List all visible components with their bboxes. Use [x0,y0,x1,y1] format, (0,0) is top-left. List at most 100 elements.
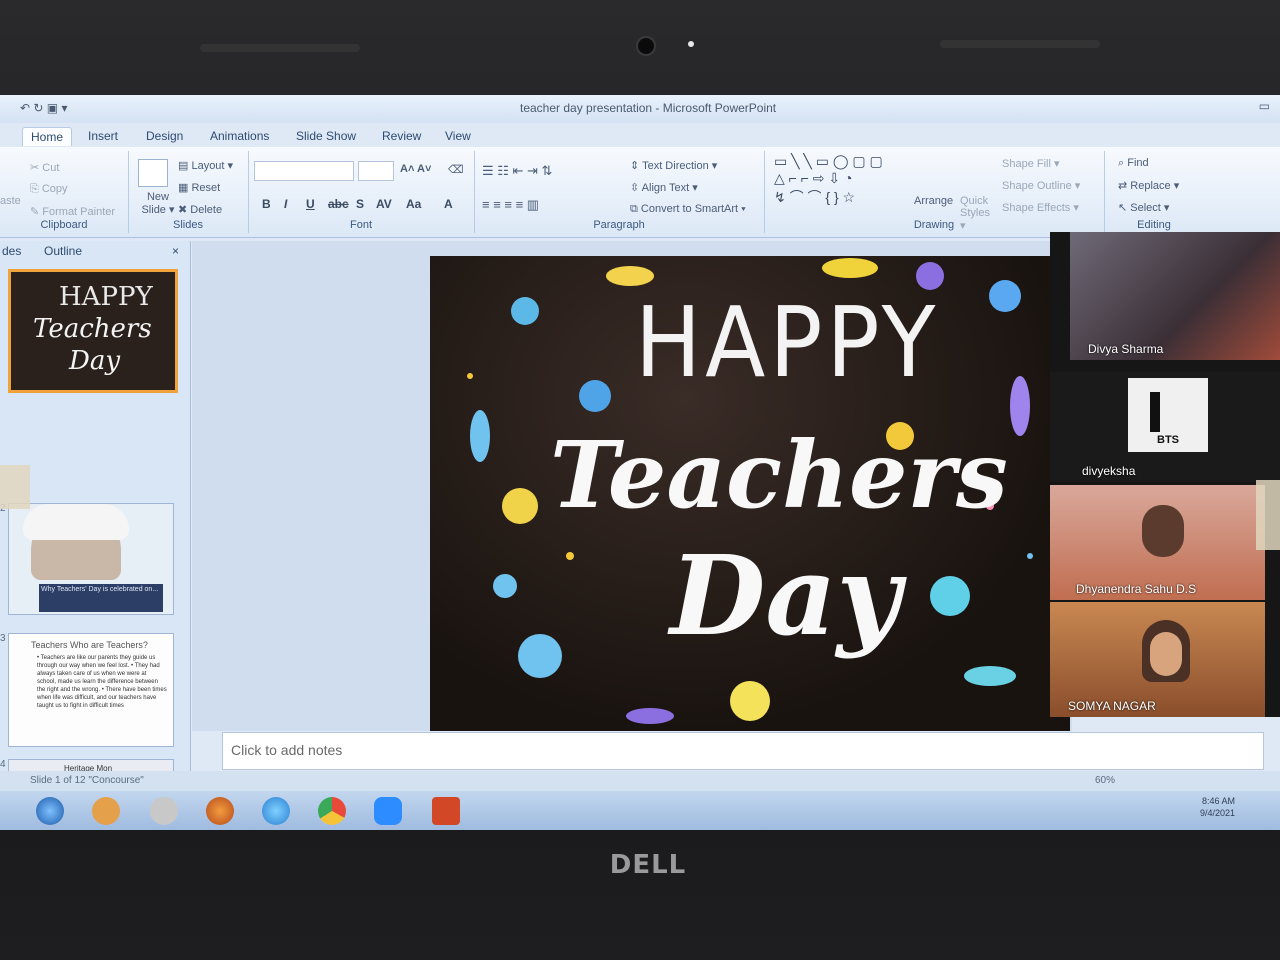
close-pane-icon[interactable]: × [172,244,179,258]
font-group: A˄ A˅ ⌫ B I U abc S AV Aa A Font [248,151,475,233]
participant-name-3: Dhyanendra Sahu D.S [1076,582,1197,596]
tape-strip-left [0,465,30,509]
current-slide[interactable]: HAPPY Teachers Day [430,256,1070,731]
clock-time: 8:46 AM [1202,796,1236,806]
tab-animations[interactable]: Animations [202,127,277,145]
tab-review[interactable]: Review [374,127,429,145]
slide-edit-area: HAPPY Teachers Day [192,241,1072,731]
bullets-button[interactable]: ☰ ☷ ⇤ ⇥ ⇅ [482,163,552,179]
copy-label: Copy [41,183,68,195]
clear-format-icon[interactable]: ⌫ [448,163,464,176]
bold-button[interactable]: B [262,197,271,211]
delete-label: Delete [190,204,223,216]
brand-logo: DELL [609,850,687,880]
paste-button[interactable]: aste [0,195,21,207]
thumb-caption: Why Teachers' Day is celebrated on... [39,584,163,612]
select-button[interactable]: ↖ Select ▾ [1118,201,1169,214]
slide-number-3: 3 [0,633,6,644]
zoom-level[interactable]: 60% [1095,775,1115,786]
tab-outline[interactable]: Outline [44,244,82,258]
replace-label: Replace ▾ [1130,180,1180,192]
cut-button[interactable]: ✂ Cut [30,161,59,174]
find-button[interactable]: ⌕ Find [1118,157,1149,170]
shadow-button[interactable]: S [356,197,364,211]
participant-tile-4[interactable]: SOMYA NAGAR [1050,602,1265,717]
clock-date: 9/4/2021 [1200,808,1236,818]
editing-group: ⌕ Find ⇄ Replace ▾ ↖ Select ▾ Editing [1104,151,1204,233]
layout-label: Layout ▾ [191,160,234,172]
grow-font-button[interactable]: A˄ A˅ [400,163,431,175]
format-painter-button[interactable]: ✎ Format Painter [30,205,115,218]
internet-explorer-icon[interactable] [262,797,290,825]
thumb-teachers-text: Teachers [33,314,152,344]
shape-outline-button[interactable]: Shape Outline ▾ [1002,179,1080,192]
new-slide-icon [138,159,168,187]
webcam [636,36,656,56]
align-buttons[interactable]: ≡ ≡ ≡ ≡ ▥ [482,197,539,213]
tab-home[interactable]: Home [22,127,73,146]
tab-view[interactable]: View [437,127,479,145]
participant-name-4: SOMYA NAGAR [1068,699,1156,713]
copy-button[interactable]: ⎘ Copy [30,183,68,196]
format-painter-label: Format Painter [42,206,116,218]
participant-tile-1[interactable]: Divya Sharma [1070,232,1280,360]
change-case-button[interactable]: Aa [406,197,421,211]
turban-shape [23,504,129,540]
title-bar: ↶ ↻ ▣ ▾ teacher day presentation - Micro… [0,95,1280,123]
font-size-box[interactable] [358,161,394,181]
italic-button[interactable]: I [284,197,287,211]
participant-video-4 [1150,632,1182,676]
explorer-icon[interactable] [150,797,178,825]
participant-tile-3[interactable]: Dhyanendra Sahu D.S [1050,485,1265,600]
shape-fill-button[interactable]: Shape Fill ▾ [1002,157,1060,170]
system-clock[interactable]: 8:46 AM 9/4/2021 [1200,795,1235,819]
bezel-bar-left [200,44,360,52]
thumb-body: • Teachers are like our parents they gui… [37,655,167,709]
new-slide-button[interactable]: New Slide ▾ [136,191,180,216]
slide-happy-text: HAPPY [635,285,940,400]
webcam-led [688,41,694,47]
arrange-button[interactable]: Arrange [914,195,953,207]
participant-name-2: divyeksha [1082,464,1136,478]
start-button-icon[interactable] [36,797,64,825]
thumb-day-text: Day [69,346,121,376]
ribbon: aste ✂ Cut ⎘ Copy ✎ Format Painter Clipb… [0,147,1280,238]
slide-thumbnail-2[interactable]: Why Teachers' Day is celebrated on... [8,503,174,615]
participant-video-3 [1142,505,1184,557]
participant-tile-2[interactable]: BTS divyeksha [1050,372,1280,482]
layout-button[interactable]: ▤ Layout ▾ [178,159,233,172]
quick-access-toolbar[interactable]: ↶ ↻ ▣ ▾ [20,101,67,115]
slide-teachers-text: Teachers [550,421,1008,529]
font-color-button[interactable]: A [444,197,453,211]
media-player-icon[interactable] [92,797,120,825]
replace-button[interactable]: ⇄ Replace ▾ [1118,179,1179,192]
underline-button[interactable]: U [306,197,315,211]
convert-smartart-button[interactable]: ⧉ Convert to SmartArt ▾ [630,203,746,216]
bts-logo-icon: BTS [1128,378,1208,452]
char-spacing-button[interactable]: AV [376,197,392,211]
reset-button[interactable]: ▦ Reset [178,181,220,194]
logo-emblem [1150,392,1160,432]
notes-pane[interactable]: Click to add notes [222,732,1264,770]
tab-design[interactable]: Design [138,127,191,145]
tab-slide-show[interactable]: Slide Show [288,127,364,145]
slide-number-4: 4 [0,759,6,770]
editing-group-label: Editing [1137,219,1171,231]
tab-slides[interactable]: des [2,244,21,258]
strikethrough-button[interactable]: abc [328,197,349,211]
zoom-app-icon[interactable] [374,797,402,825]
slide-thumbnail-1[interactable]: HAPPY Teachers Day [8,269,178,393]
powerpoint-icon[interactable] [432,797,460,825]
font-name-box[interactable] [254,161,354,181]
window-controls[interactable]: ▭ [1259,99,1270,113]
slide-thumbnail-3[interactable]: Teachers Who are Teachers? • Teachers ar… [8,633,174,747]
delete-button[interactable]: ✖ Delete [178,203,222,216]
chrome-icon[interactable] [318,797,346,825]
clipboard-group: aste ✂ Cut ⎘ Copy ✎ Format Painter Clipb… [0,151,129,233]
shapes-gallery[interactable]: ▭ ╲ ╲ ▭ ◯ ▢ ▢ △ ⌐ ⌐ ⇨ ⇩ ◔ ↯ ⌒ ⌒ { } ☆ [774,153,883,207]
tab-insert[interactable]: Insert [80,127,126,145]
text-direction-button[interactable]: ⇕ Text Direction ▾ [630,159,717,172]
align-text-button[interactable]: ⇳ Align Text ▾ [630,181,698,194]
firefox-icon[interactable] [206,797,234,825]
shape-effects-button[interactable]: Shape Effects ▾ [1002,201,1079,214]
